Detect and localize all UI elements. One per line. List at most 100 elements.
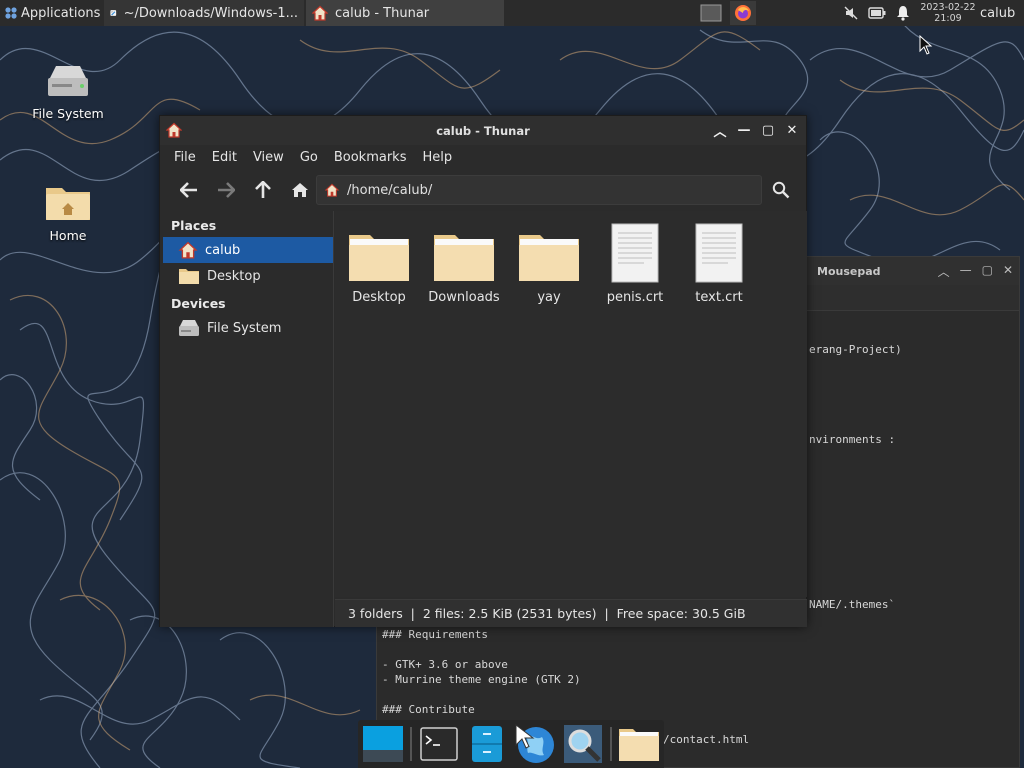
text-line: erang-Project)	[809, 343, 902, 356]
drive-icon	[179, 320, 199, 336]
menu-edit[interactable]: Edit	[204, 150, 245, 165]
menu-help[interactable]: Help	[414, 150, 460, 165]
thunar-window[interactable]: calub - Thunar ︿ — ▢ ✕ File Edit View Go…	[159, 115, 807, 627]
taskbar-item-mousepad[interactable]: ~/Downloads/Windows-1...	[104, 0, 304, 26]
panel-clock[interactable]: 2023-02-22 21:09	[916, 2, 980, 24]
folder-icon	[349, 235, 409, 281]
text-line: ### Requirements	[382, 628, 488, 641]
sidebar-item-label: Desktop	[207, 268, 261, 284]
applications-menu-button[interactable]: Applications ⁞	[0, 0, 109, 26]
battery-icon[interactable]	[864, 1, 890, 25]
arrow-up-icon	[254, 181, 271, 198]
arrow-right-icon	[217, 182, 235, 198]
text-file-icon	[695, 223, 743, 283]
folder-icon	[618, 729, 659, 761]
mouse-cursor-icon	[919, 35, 933, 55]
desktop-icon	[363, 726, 404, 762]
dock-separator	[610, 727, 612, 761]
file-item-label: Downloads	[428, 290, 500, 305]
search-icon	[772, 181, 790, 199]
folder-icon	[179, 269, 199, 284]
desktop-icon-home[interactable]: Home	[23, 178, 113, 243]
audio-muted-icon[interactable]	[838, 1, 864, 25]
terminal-icon	[420, 727, 458, 761]
dock-show-desktop[interactable]	[362, 722, 404, 766]
sidebar-places-header: Places	[171, 218, 217, 233]
file-item-downloads[interactable]: Downloads	[423, 221, 505, 305]
forward-button[interactable]	[207, 175, 244, 205]
file-item-yay[interactable]: yay	[508, 221, 590, 305]
close-button[interactable]: ✕	[784, 121, 800, 139]
thunar-titlebar[interactable]: calub - Thunar ︿ — ▢ ✕	[160, 116, 806, 145]
taskbar-item-thunar[interactable]: calub - Thunar	[306, 0, 504, 26]
shade-button[interactable]: ︿	[712, 121, 728, 140]
file-item-text-crt[interactable]: text.crt	[678, 221, 760, 305]
maximize-button[interactable]: ▢	[760, 121, 776, 139]
clock-time: 21:09	[934, 13, 962, 24]
file-item-desktop[interactable]: Desktop	[338, 221, 420, 305]
file-cabinet-icon	[471, 726, 502, 762]
close-icon[interactable]: ✕	[1003, 263, 1013, 280]
sidebar-item-calub[interactable]: calub	[163, 237, 333, 263]
file-view[interactable]: Desktop Downloads yay penis.crt text.crt	[335, 211, 807, 597]
folder-icon	[519, 235, 579, 281]
sidebar-item-label: File System	[207, 320, 282, 336]
home-icon	[178, 241, 198, 259]
show-desktop-button[interactable]	[698, 1, 724, 25]
file-item-penis-crt[interactable]: penis.crt	[594, 221, 676, 305]
menu-bookmarks[interactable]: Bookmarks	[326, 150, 415, 165]
taskbar-item-label: ~/Downloads/Windows-1...	[123, 5, 298, 21]
text-file-icon	[611, 223, 659, 283]
file-item-label: yay	[537, 290, 561, 305]
folder-icon	[434, 235, 494, 281]
minimize-icon[interactable]: —	[960, 263, 972, 280]
clock-date: 2023-02-22	[920, 2, 976, 13]
minimize-button[interactable]: —	[736, 121, 752, 139]
magnifier-icon	[564, 725, 603, 763]
xfce-logo-icon	[4, 6, 18, 20]
status-text: 3 folders | 2 files: 2.5 KiB (2531 bytes…	[348, 606, 746, 621]
status-bar: 3 folders | 2 files: 2.5 KiB (2531 bytes…	[335, 599, 807, 627]
house-icon	[291, 183, 308, 197]
text-line: /contact.html	[663, 733, 750, 746]
location-bar[interactable]: /home/calub/	[316, 175, 762, 205]
text-line: NAME/.themes`	[809, 598, 896, 611]
arrow-left-icon	[179, 182, 197, 198]
dock-file-manager-panel[interactable]	[466, 722, 508, 766]
text-line: - Murrine theme engine (GTK 2)	[382, 673, 581, 686]
firefox-launcher[interactable]	[730, 1, 756, 25]
desktop-icon-label: Home	[49, 228, 87, 243]
sidebar-item-desktop[interactable]: Desktop	[160, 263, 333, 289]
dock-search-app[interactable]	[562, 722, 604, 766]
location-path: /home/calub/	[347, 182, 433, 198]
firefox-icon	[735, 5, 751, 21]
back-button[interactable]	[170, 175, 207, 205]
sidebar: Places calub Desktop Devices File System	[160, 211, 334, 627]
menu-file[interactable]: File	[166, 150, 204, 165]
home-button[interactable]	[281, 175, 318, 205]
toolbar: /home/calub/	[160, 169, 806, 211]
applications-label: Applications	[21, 5, 101, 21]
menu-view[interactable]: View	[245, 150, 292, 165]
menu-go[interactable]: Go	[292, 150, 326, 165]
search-button[interactable]	[768, 177, 794, 203]
user-menu[interactable]: calub	[980, 6, 1024, 21]
globe-cursor-icon	[515, 723, 555, 763]
file-item-label: text.crt	[695, 290, 743, 305]
up-button[interactable]	[244, 175, 281, 205]
maximize-up-icon[interactable]: ︿	[938, 263, 950, 280]
dock-separator	[410, 727, 412, 761]
desktop-icon-file-system[interactable]: File System	[23, 56, 113, 121]
dock-web-browser[interactable]	[514, 722, 556, 766]
maximize-icon[interactable]: ▢	[982, 263, 993, 280]
home-icon	[312, 5, 328, 21]
menubar: File Edit View Go Bookmarks Help	[160, 145, 806, 169]
text-line: - GTK+ 3.6 or above	[382, 658, 508, 671]
notification-bell-icon[interactable]	[890, 1, 916, 25]
dock-thunar[interactable]	[618, 722, 660, 766]
dock	[358, 720, 664, 768]
dock-terminal[interactable]	[418, 722, 460, 766]
drive-icon	[48, 66, 88, 96]
window-title: calub - Thunar	[436, 123, 530, 138]
sidebar-item-file-system[interactable]: File System	[160, 315, 333, 341]
